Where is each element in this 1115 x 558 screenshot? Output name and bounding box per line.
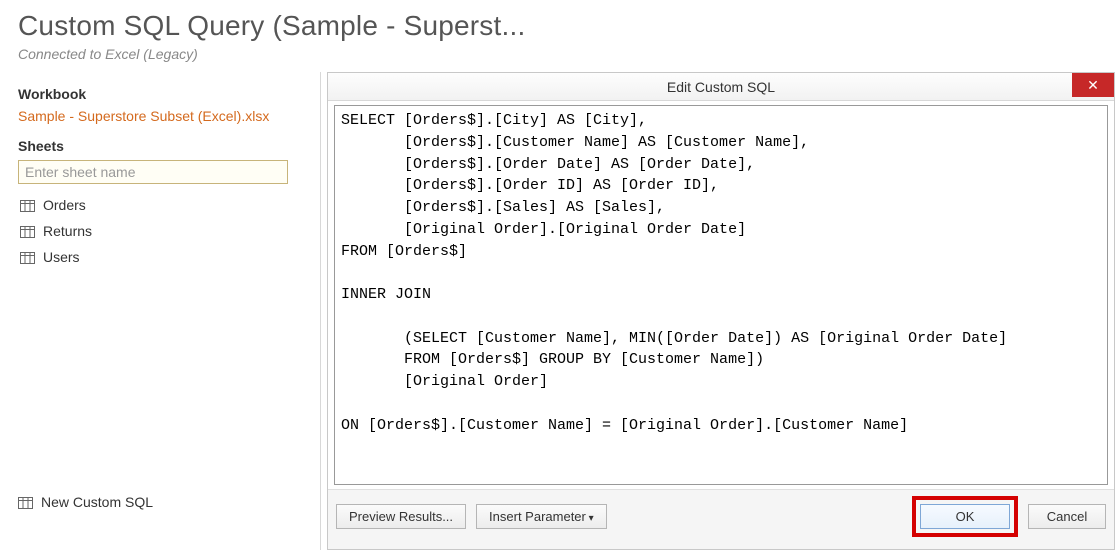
- cancel-button[interactable]: Cancel: [1028, 504, 1106, 529]
- dialog-footer: Preview Results... Insert Parameter OK C…: [328, 489, 1114, 549]
- table-icon: [20, 199, 35, 211]
- new-custom-sql-button[interactable]: New Custom SQL: [18, 494, 153, 510]
- insert-parameter-dropdown[interactable]: Insert Parameter: [476, 504, 607, 529]
- sheets-heading: Sheets: [18, 138, 302, 154]
- sheet-label: Orders: [43, 197, 86, 213]
- sheet-name-input[interactable]: [18, 160, 288, 184]
- edit-custom-sql-dialog: Edit Custom SQL ✕ SELECT [Orders$].[City…: [327, 72, 1115, 550]
- ok-button[interactable]: OK: [920, 504, 1010, 529]
- workbook-heading: Workbook: [18, 86, 302, 102]
- workbook-file-link[interactable]: Sample - Superstore Subset (Excel).xlsx: [18, 108, 302, 124]
- close-button[interactable]: ✕: [1072, 73, 1114, 97]
- ok-highlight-frame: OK: [912, 496, 1018, 537]
- connection-status: Connected to Excel (Legacy): [0, 46, 1115, 72]
- sql-editor-textarea[interactable]: SELECT [Orders$].[City] AS [City], [Orde…: [334, 105, 1108, 485]
- preview-results-button[interactable]: Preview Results...: [336, 504, 466, 529]
- table-icon: [20, 225, 35, 237]
- sheet-item-users[interactable]: Users: [18, 244, 302, 270]
- sheet-label: Returns: [43, 223, 92, 239]
- new-custom-sql-label: New Custom SQL: [41, 494, 153, 510]
- page-title: Custom SQL Query (Sample - Superst...: [0, 0, 1115, 46]
- dialog-titlebar: Edit Custom SQL ✕: [328, 73, 1114, 101]
- table-icon: [20, 251, 35, 263]
- sql-icon: [18, 496, 33, 508]
- sheet-label: Users: [43, 249, 80, 265]
- left-panel: Workbook Sample - Superstore Subset (Exc…: [0, 72, 320, 550]
- sheet-item-returns[interactable]: Returns: [18, 218, 302, 244]
- dialog-title: Edit Custom SQL: [667, 79, 775, 95]
- sheet-item-orders[interactable]: Orders: [18, 192, 302, 218]
- close-icon: ✕: [1087, 71, 1099, 99]
- right-area: Edit Custom SQL ✕ SELECT [Orders$].[City…: [320, 72, 1115, 550]
